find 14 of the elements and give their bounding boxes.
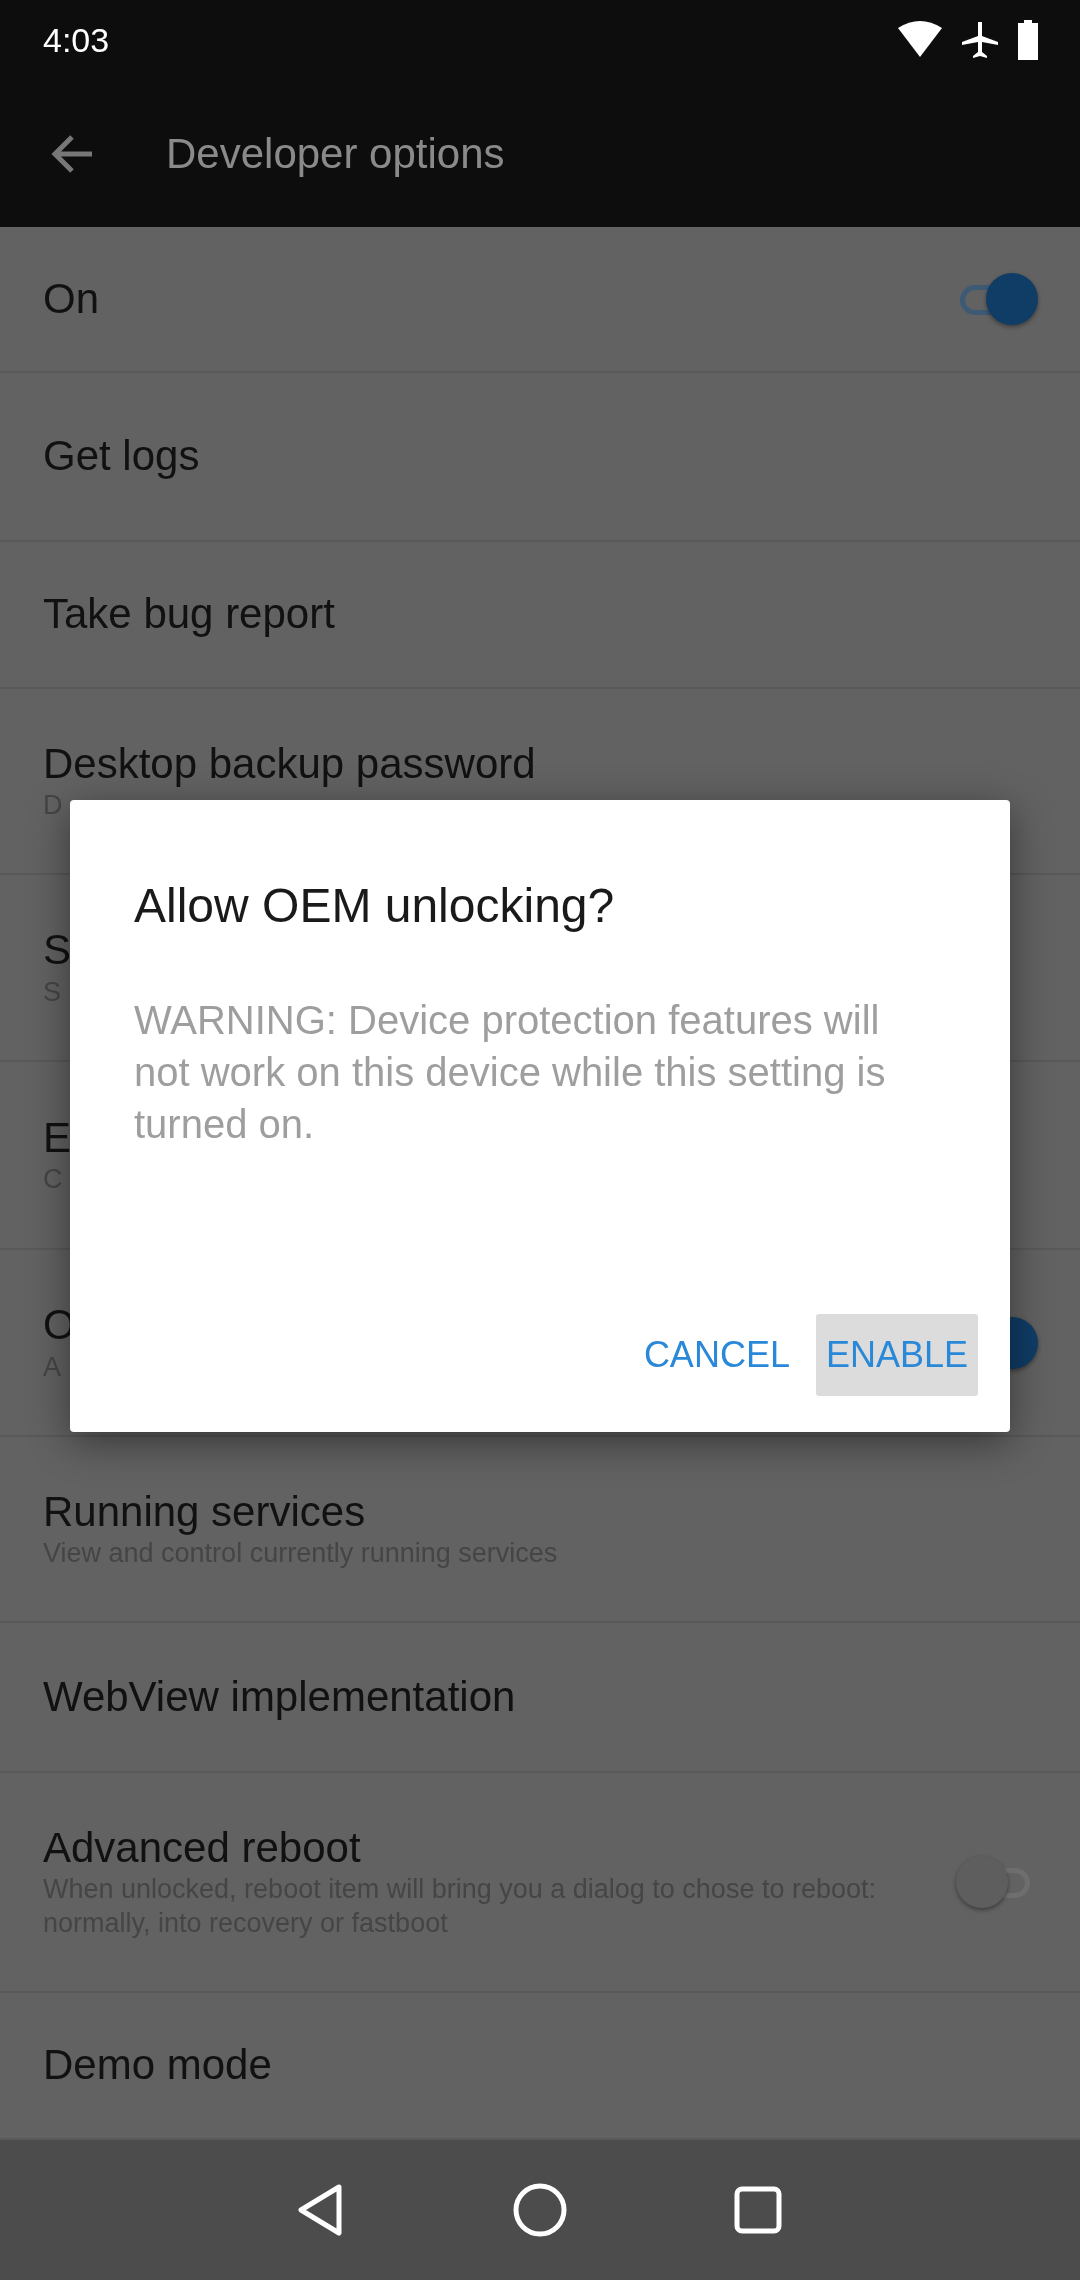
clock: 4:03 (43, 19, 110, 61)
setting-title: Get logs (43, 431, 200, 482)
setting-title: Desktop backup password (43, 738, 536, 789)
setting-title: Take bug report (43, 589, 335, 640)
dialog-title: Allow OEM unlocking? (134, 878, 616, 934)
screen-title: Developer options (166, 129, 505, 179)
setting-title: On (43, 273, 100, 324)
dialog-message: WARNING: Device protection features will not work on this device while this setting is turned on. (134, 997, 887, 1148)
setting-title: E (43, 1112, 71, 1163)
setting-title: Running services (43, 1486, 366, 1537)
setting-title: WebView implementation (43, 1671, 516, 1722)
setting-title: Demo mode (43, 2040, 272, 2091)
setting-title: Advanced reboot (43, 1823, 361, 1874)
setting-title: S (43, 925, 71, 976)
